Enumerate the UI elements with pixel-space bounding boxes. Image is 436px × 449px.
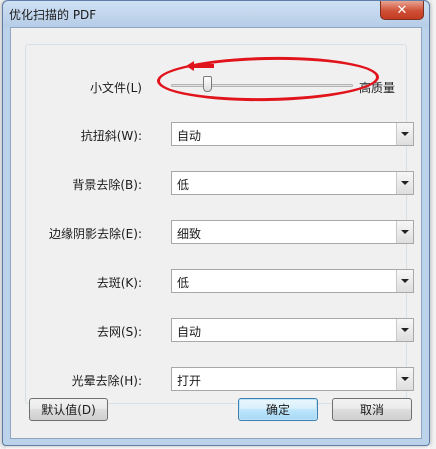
window-title: 优化扫描的 PDF bbox=[9, 8, 97, 22]
edge-shadow-removal-value: 细致 bbox=[177, 227, 202, 241]
dialog-window: 优化扫描的 PDF ✕ 小文件(L) 高质量 抗扭斜(W): 自动 背景去除(B… bbox=[2, 0, 430, 446]
defaults-button[interactable]: 默认值(D) bbox=[29, 398, 108, 421]
despeckle-value: 低 bbox=[177, 276, 190, 290]
background-right-edge bbox=[430, 0, 436, 449]
close-button[interactable]: ✕ bbox=[380, 1, 424, 20]
despeckle-select[interactable]: 低 bbox=[171, 269, 414, 293]
background-removal-select[interactable]: 低 bbox=[171, 171, 414, 195]
deskew-label: 抗扭斜(W): bbox=[80, 129, 142, 143]
cancel-button[interactable]: 取消 bbox=[332, 398, 412, 421]
title-bar[interactable]: 优化扫描的 PDF ✕ bbox=[3, 1, 429, 27]
background-removal-value: 低 bbox=[177, 178, 190, 192]
edge-shadow-removal-select[interactable]: 细致 bbox=[171, 220, 414, 244]
halo-removal-label: 光晕去除(H): bbox=[71, 374, 142, 388]
quality-slider-track[interactable] bbox=[171, 84, 353, 87]
despeckle-label: 去斑(K): bbox=[96, 276, 142, 290]
chevron-down-icon[interactable] bbox=[396, 319, 413, 341]
background-removal-label: 背景去除(B): bbox=[72, 178, 142, 192]
annotation-arrow-icon bbox=[186, 61, 214, 71]
halo-removal-select[interactable]: 打开 bbox=[171, 367, 414, 391]
halo-removal-value: 打开 bbox=[177, 374, 202, 388]
close-icon: ✕ bbox=[396, 2, 408, 18]
chevron-down-icon[interactable] bbox=[396, 123, 413, 145]
chevron-down-icon[interactable] bbox=[396, 221, 413, 243]
slider-max-label: 高质量 bbox=[359, 81, 396, 95]
edge-shadow-removal-label: 边缘阴影去除(E): bbox=[49, 227, 142, 241]
dialog-client-area: 小文件(L) 高质量 抗扭斜(W): 自动 背景去除(B): 低 边缘阴影去除(… bbox=[10, 27, 422, 439]
chevron-down-icon[interactable] bbox=[396, 270, 413, 292]
deskew-value: 自动 bbox=[177, 129, 202, 143]
descreen-value: 自动 bbox=[177, 325, 202, 339]
slider-min-label: 小文件(L) bbox=[89, 81, 142, 95]
descreen-label: 去网(S): bbox=[96, 325, 142, 339]
ok-button[interactable]: 确定 bbox=[238, 398, 318, 421]
settings-group-box: 小文件(L) 高质量 抗扭斜(W): 自动 背景去除(B): 低 边缘阴影去除(… bbox=[25, 44, 414, 404]
chevron-down-icon[interactable] bbox=[396, 368, 413, 390]
deskew-select[interactable]: 自动 bbox=[171, 122, 414, 146]
quality-slider-thumb[interactable] bbox=[202, 76, 212, 92]
annotation-circle bbox=[156, 55, 380, 103]
chevron-down-icon[interactable] bbox=[396, 172, 413, 194]
descreen-select[interactable]: 自动 bbox=[171, 318, 414, 342]
